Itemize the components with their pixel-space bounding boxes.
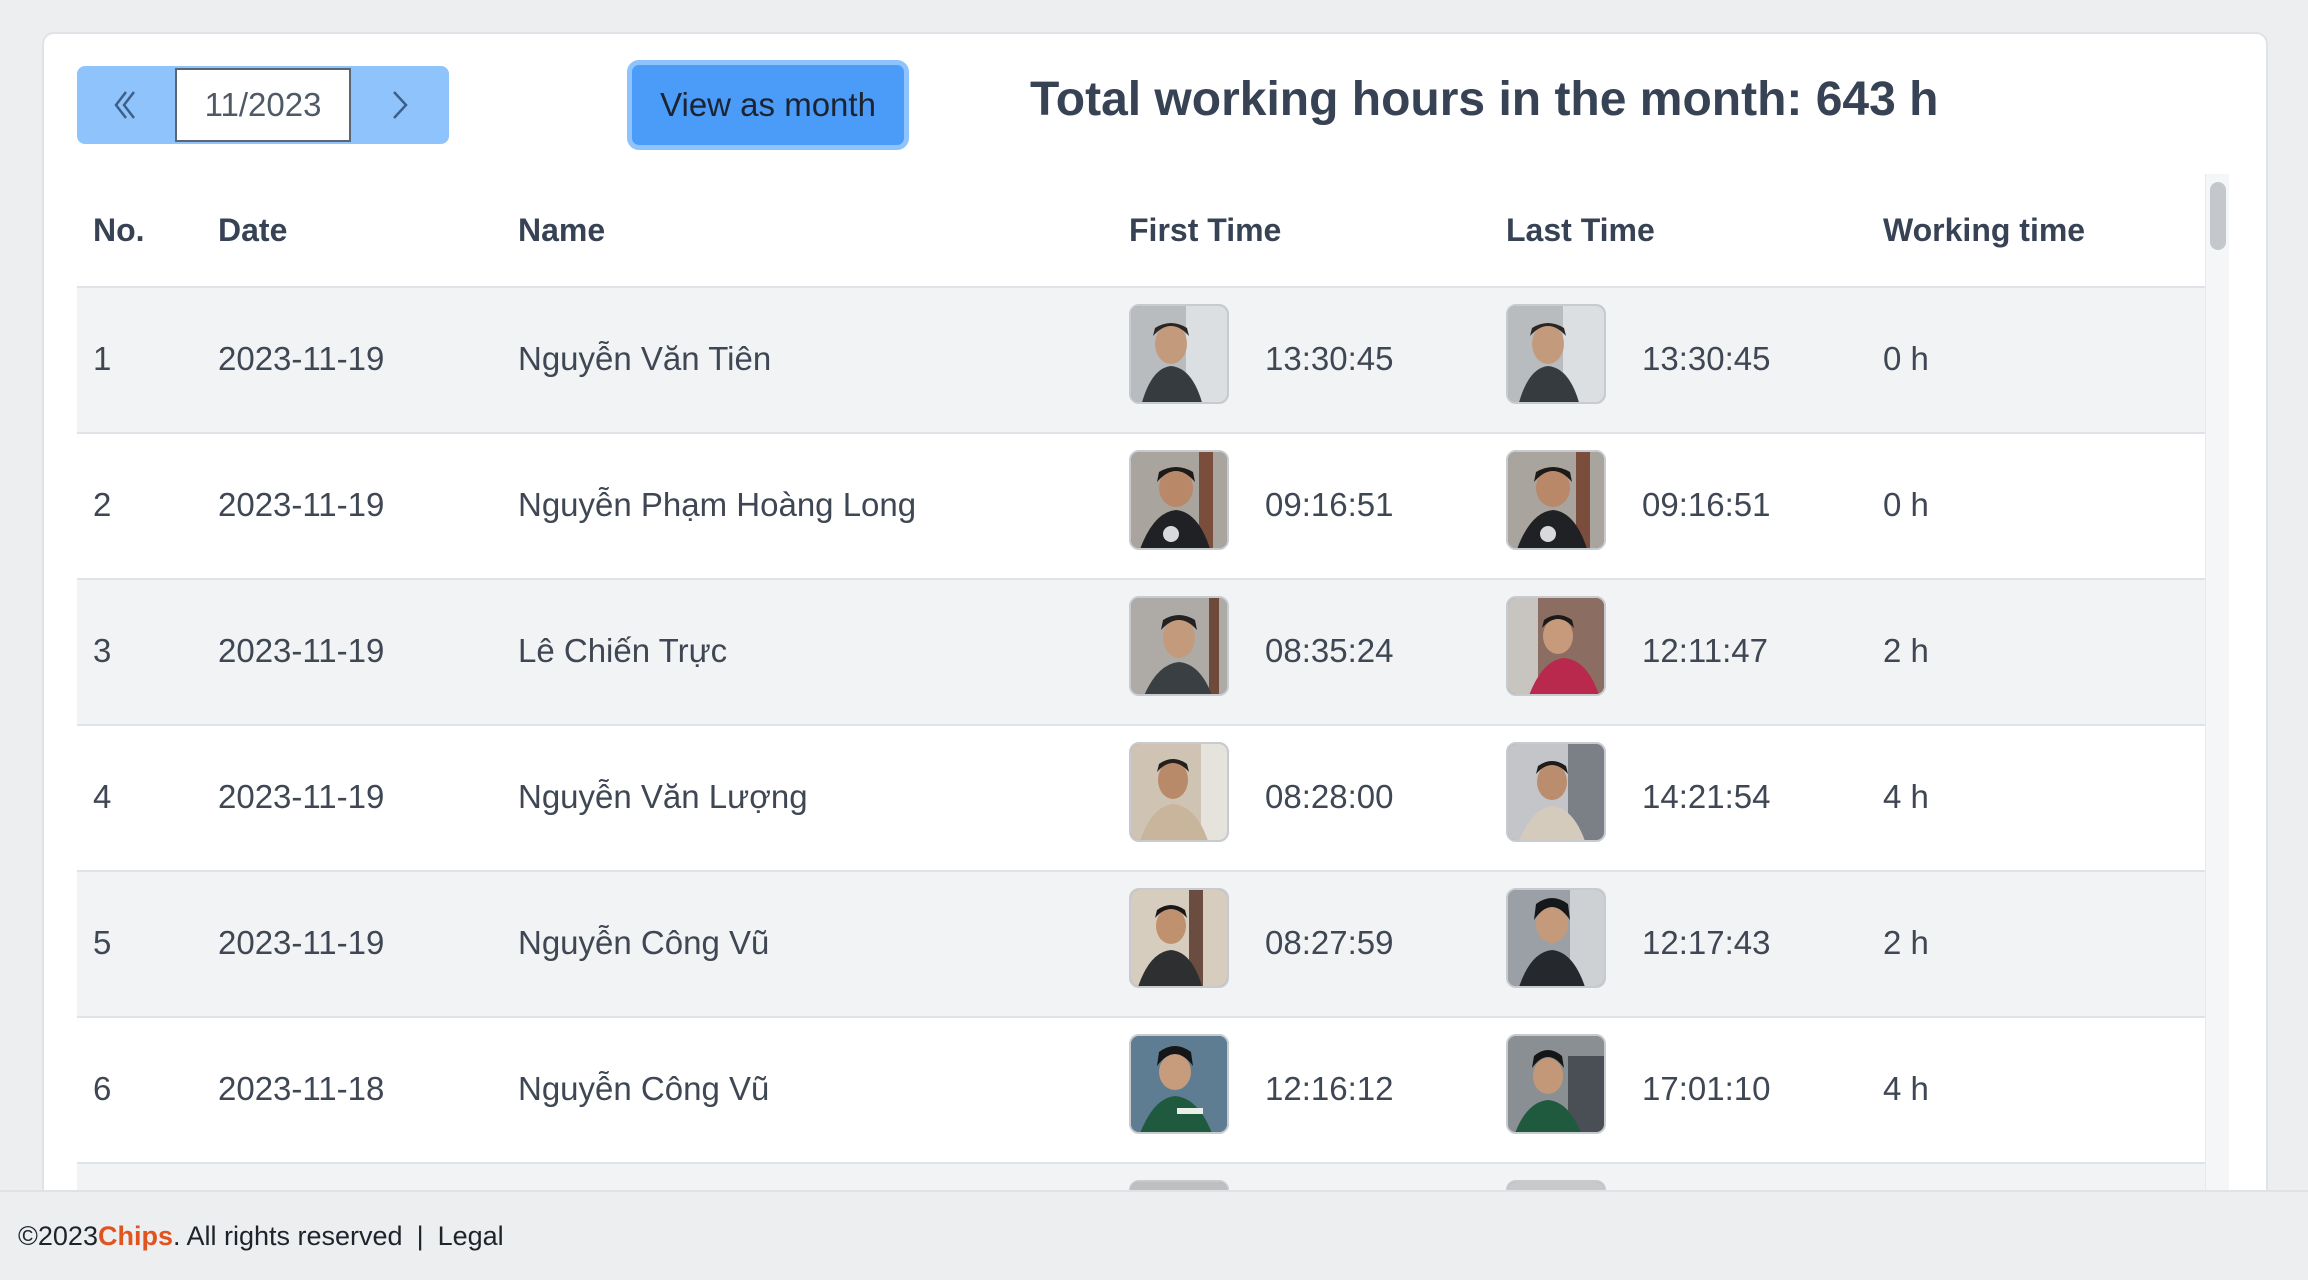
row-first-time: 13:30:45 — [1265, 340, 1394, 377]
row-last-time: 12:17:43 — [1642, 924, 1771, 961]
row-first-time: 08:27:59 — [1265, 924, 1394, 961]
table-header: No. Date Name First Time Last Time Worki… — [77, 174, 2207, 288]
attendance-card: 11/2023 View as month Total working hour… — [42, 32, 2268, 1232]
table-row[interactable]: 3 2023-11-19 Lê Chiến Trực 08:35:24 12:1… — [77, 580, 2207, 726]
column-header-name[interactable]: Name — [518, 212, 605, 249]
row-date: 2023-11-19 — [218, 778, 385, 815]
first-time-photo[interactable] — [1129, 742, 1229, 842]
row-date: 2023-11-18 — [218, 1070, 385, 1107]
month-picker: 11/2023 — [77, 66, 449, 144]
first-time-photo[interactable] — [1129, 596, 1229, 696]
toolbar: 11/2023 View as month Total working hour… — [77, 60, 2227, 150]
row-name: Lê Chiến Trực — [518, 632, 728, 669]
last-time-photo[interactable] — [1506, 596, 1606, 696]
chevron-left-icon — [114, 91, 135, 119]
column-header-working-time[interactable]: Working time — [1883, 212, 2085, 249]
row-name: Nguyễn Công Vũ — [518, 924, 770, 961]
last-time-photo[interactable] — [1506, 888, 1606, 988]
row-name: Nguyễn Công Vũ — [518, 1070, 770, 1107]
footer-copyright: ©2023 — [18, 1220, 98, 1251]
row-working-time: 4 h — [1883, 1070, 1929, 1107]
row-first-time: 09:16:51 — [1265, 486, 1394, 523]
first-time-photo[interactable] — [1129, 888, 1229, 988]
chevron-right-icon — [393, 91, 408, 119]
row-no: 6 — [93, 1070, 112, 1107]
table-row[interactable]: 5 2023-11-19 Nguyễn Công Vũ 08:27:59 12:… — [77, 872, 2207, 1018]
row-no: 5 — [93, 924, 112, 961]
next-month-button[interactable] — [351, 66, 449, 144]
table-row[interactable]: 6 2023-11-18 Nguyễn Công Vũ 12:16:12 17:… — [77, 1018, 2207, 1164]
column-header-no[interactable]: No. — [93, 212, 145, 249]
row-last-time: 17:01:10 — [1642, 1070, 1771, 1107]
scrollbar-thumb[interactable] — [2210, 182, 2226, 250]
table-body: 1 2023-11-19 Nguyễn Văn Tiên 13:30:45 13… — [77, 288, 2207, 1230]
row-no: 1 — [93, 340, 112, 377]
total-working-hours: Total working hours in the month: 643 h — [1030, 73, 1939, 126]
row-first-time: 08:35:24 — [1265, 632, 1394, 669]
row-working-time: 2 h — [1883, 924, 1929, 961]
footer-brand[interactable]: Chips — [98, 1221, 173, 1252]
footer: ©2023 Chips . All rights reserved | Lega… — [0, 1190, 2308, 1280]
row-last-time: 09:16:51 — [1642, 486, 1771, 523]
last-time-photo[interactable] — [1506, 742, 1606, 842]
last-time-photo[interactable] — [1506, 304, 1606, 404]
row-no: 3 — [93, 632, 112, 669]
column-header-first-time[interactable]: First Time — [1129, 212, 1281, 249]
row-name: Nguyễn Văn Tiên — [518, 340, 772, 377]
footer-rights: . All rights reserved — [172, 1220, 403, 1251]
view-as-month-label: View as month — [660, 86, 876, 123]
row-name: Nguyễn Văn Lượng — [518, 778, 808, 815]
row-last-time: 14:21:54 — [1642, 778, 1771, 815]
footer-separator: | — [416, 1220, 424, 1251]
row-no: 4 — [93, 778, 112, 815]
prev-month-button[interactable] — [77, 66, 175, 144]
row-first-time: 12:16:12 — [1265, 1070, 1394, 1107]
row-date: 2023-11-19 — [218, 486, 385, 523]
month-field[interactable]: 11/2023 — [175, 68, 351, 142]
column-header-date[interactable]: Date — [218, 212, 287, 249]
last-time-photo[interactable] — [1506, 1034, 1606, 1134]
table-row[interactable]: 4 2023-11-19 Nguyễn Văn Lượng 08:28:00 1… — [77, 726, 2207, 872]
column-header-last-time[interactable]: Last Time — [1506, 212, 1655, 249]
row-name: Nguyễn Phạm Hoàng Long — [518, 486, 917, 523]
row-first-time: 08:28:00 — [1265, 778, 1394, 815]
row-date: 2023-11-19 — [218, 340, 385, 377]
row-no: 2 — [93, 486, 112, 523]
first-time-photo[interactable] — [1129, 450, 1229, 550]
first-time-photo[interactable] — [1129, 304, 1229, 404]
view-as-month-button[interactable]: View as month — [627, 60, 909, 150]
attendance-table: No. Date Name First Time Last Time Worki… — [77, 174, 2229, 1230]
row-last-time: 12:11:47 — [1642, 632, 1769, 669]
row-working-time: 4 h — [1883, 778, 1929, 815]
table-scrollbar[interactable] — [2205, 174, 2229, 1230]
table-row[interactable]: 1 2023-11-19 Nguyễn Văn Tiên 13:30:45 13… — [77, 288, 2207, 434]
table-row[interactable]: 2 2023-11-19 Nguyễn Phạm Hoàng Long 09:1… — [77, 434, 2207, 580]
row-date: 2023-11-19 — [218, 924, 385, 961]
row-date: 2023-11-19 — [218, 632, 385, 669]
first-time-photo[interactable] — [1129, 1034, 1229, 1134]
row-working-time: 2 h — [1883, 632, 1929, 669]
footer-legal-link[interactable]: Legal — [438, 1221, 504, 1252]
row-working-time: 0 h — [1883, 486, 1929, 523]
row-working-time: 0 h — [1883, 340, 1929, 377]
row-last-time: 13:30:45 — [1642, 340, 1771, 377]
last-time-photo[interactable] — [1506, 450, 1606, 550]
